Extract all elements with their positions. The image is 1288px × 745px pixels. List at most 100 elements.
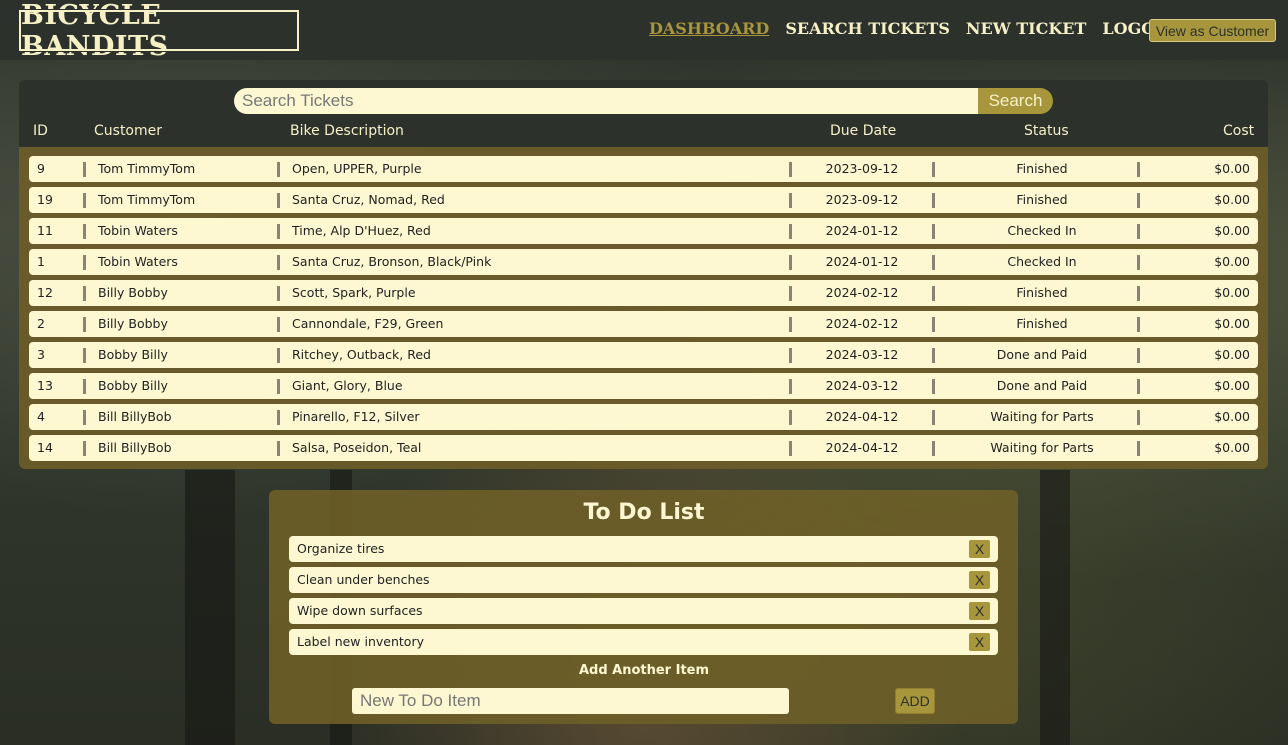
cell-cost: $0.00: [1214, 161, 1250, 176]
todo-item: Clean under benches X: [289, 567, 998, 593]
ticket-row[interactable]: 1 Tobin Waters Santa Cruz, Bronson, Black/…: [29, 249, 1258, 275]
cell-bike-description: Giant, Glory, Blue: [292, 378, 403, 393]
cell-due-date: 2023-09-12: [825, 161, 899, 176]
ticket-row[interactable]: 2 Billy Bobby Cannondale, F29, Green 2024-0…: [29, 311, 1258, 337]
column-divider: [83, 255, 86, 270]
cell-cost: $0.00: [1214, 285, 1250, 300]
cell-due-date: 2024-04-12: [825, 440, 899, 455]
column-divider: [277, 379, 280, 394]
cell-status: Finished: [1016, 161, 1068, 176]
todo-item: Label new inventory X: [289, 629, 998, 655]
remove-todo-button[interactable]: X: [969, 602, 990, 620]
ticket-row[interactable]: 4 Bill BillyBob Pinarello, F12, Silver 2024…: [29, 404, 1258, 430]
nav-search-tickets[interactable]: SEARCH TICKETS: [785, 19, 950, 38]
cell-bike-description: Santa Cruz, Nomad, Red: [292, 192, 445, 207]
main-nav: DASHBOARD SEARCH TICKETS NEW TICKET LOGO…: [649, 19, 1197, 38]
column-divider: [789, 255, 792, 270]
cell-status: Checked In: [1007, 223, 1077, 238]
cell-id: 2: [37, 316, 45, 331]
cell-bike-description: Ritchey, Outback, Red: [292, 347, 431, 362]
ticket-row[interactable]: 19 Tom TimmyTom Santa Cruz, Nomad, Red 2023…: [29, 187, 1258, 213]
cell-cost: $0.00: [1214, 316, 1250, 331]
nav-new-ticket[interactable]: NEW TICKET: [966, 19, 1087, 38]
cell-due-date: 2023-09-12: [825, 192, 899, 207]
cell-status: Done and Paid: [996, 347, 1088, 362]
new-todo-input[interactable]: [352, 688, 789, 714]
cell-bike-description: Santa Cruz, Bronson, Black/Pink: [292, 254, 492, 269]
todo-title: To Do List: [583, 500, 705, 525]
remove-todo-button[interactable]: X: [969, 571, 990, 589]
nav-dashboard[interactable]: DASHBOARD: [649, 19, 769, 38]
column-divider: [83, 441, 86, 456]
view-as-customer-button[interactable]: View as Customer: [1149, 19, 1276, 42]
column-divider: [277, 286, 280, 301]
column-divider: [789, 348, 792, 363]
remove-todo-button[interactable]: X: [969, 633, 990, 651]
cell-due-date: 2024-01-12: [825, 223, 899, 238]
cell-customer: Tobin Waters: [98, 223, 178, 238]
column-divider: [789, 286, 792, 301]
ticket-row[interactable]: 11 Tobin Waters Time, Alp D'Huez, Red 2024-…: [29, 218, 1258, 244]
column-divider: [83, 224, 86, 239]
cell-customer: Tom TimmyTom: [98, 192, 196, 207]
cell-due-date: 2024-04-12: [825, 409, 899, 424]
todo-item-text: Label new inventory: [297, 634, 424, 649]
cell-due-date: 2024-03-12: [825, 347, 899, 362]
cell-id: 4: [37, 409, 45, 424]
ticket-row[interactable]: 12 Billy Bobby Scott, Spark, Purple 2024-02…: [29, 280, 1258, 306]
remove-todo-button[interactable]: X: [969, 540, 990, 558]
cell-customer: Bobby Billy: [98, 378, 168, 393]
todo-item-text: Wipe down surfaces: [297, 603, 423, 618]
cell-bike-description: Scott, Spark, Purple: [292, 285, 416, 300]
cell-bike-description: Salsa, Poseidon, Teal: [292, 440, 422, 455]
cell-status: Done and Paid: [996, 378, 1088, 393]
cell-bike-description: Open, UPPER, Purple: [292, 161, 422, 176]
column-header-cost: Cost: [1223, 123, 1255, 139]
cell-cost: $0.00: [1214, 409, 1250, 424]
column-divider: [277, 193, 280, 208]
cell-bike-description: Time, Alp D'Huez, Red: [292, 223, 431, 238]
column-divider: [789, 379, 792, 394]
column-divider: [277, 224, 280, 239]
cell-bike-description: Pinarello, F12, Silver: [292, 409, 420, 424]
cell-due-date: 2024-03-12: [825, 378, 899, 393]
cell-status: Waiting for Parts: [990, 409, 1094, 424]
column-divider: [83, 317, 86, 332]
column-divider: [789, 317, 792, 332]
ticket-row[interactable]: 9 Tom TimmyTom Open, UPPER, Purple 2023-09-…: [29, 156, 1258, 182]
column-divider: [83, 286, 86, 301]
column-header-bike-description: Bike Description: [290, 123, 404, 139]
column-header-due-date: Due Date: [830, 123, 897, 139]
cell-id: 3: [37, 347, 45, 362]
ticket-row[interactable]: 14 Bill BillyBob Salsa, Poseidon, Teal 2024…: [29, 435, 1258, 461]
cell-cost: $0.00: [1214, 192, 1250, 207]
cell-due-date: 2024-01-12: [825, 254, 899, 269]
cell-due-date: 2024-02-12: [825, 285, 899, 300]
site-logo[interactable]: BICYCLE BANDITS: [18, 0, 300, 62]
search-button[interactable]: Search: [978, 88, 1053, 114]
column-divider: [277, 410, 280, 425]
column-header-customer: Customer: [94, 123, 163, 139]
cell-status: Finished: [1016, 316, 1068, 331]
cell-id: 12: [37, 285, 53, 300]
add-todo-button[interactable]: ADD: [895, 688, 935, 714]
cell-customer: Bill BillyBob: [98, 440, 172, 455]
search-tickets-input[interactable]: [234, 88, 979, 114]
cell-customer: Billy Bobby: [98, 285, 168, 300]
column-divider: [789, 441, 792, 456]
add-item-label: Add Another Item: [578, 663, 710, 678]
cell-customer: Tom TimmyTom: [98, 161, 196, 176]
cell-cost: $0.00: [1214, 223, 1250, 238]
cell-customer: Tobin Waters: [98, 254, 178, 269]
cell-customer: Billy Bobby: [98, 316, 168, 331]
ticket-row[interactable]: 13 Bobby Billy Giant, Glory, Blue 2024-03-1…: [29, 373, 1258, 399]
column-divider: [83, 379, 86, 394]
column-divider: [277, 441, 280, 456]
ticket-row[interactable]: 3 Bobby Billy Ritchey, Outback, Red 2024-03…: [29, 342, 1258, 368]
cell-status: Finished: [1016, 192, 1068, 207]
column-divider: [83, 193, 86, 208]
cell-status: Finished: [1016, 285, 1068, 300]
column-divider: [789, 224, 792, 239]
todo-item-text: Clean under benches: [297, 572, 430, 587]
cell-customer: Bill BillyBob: [98, 409, 172, 424]
